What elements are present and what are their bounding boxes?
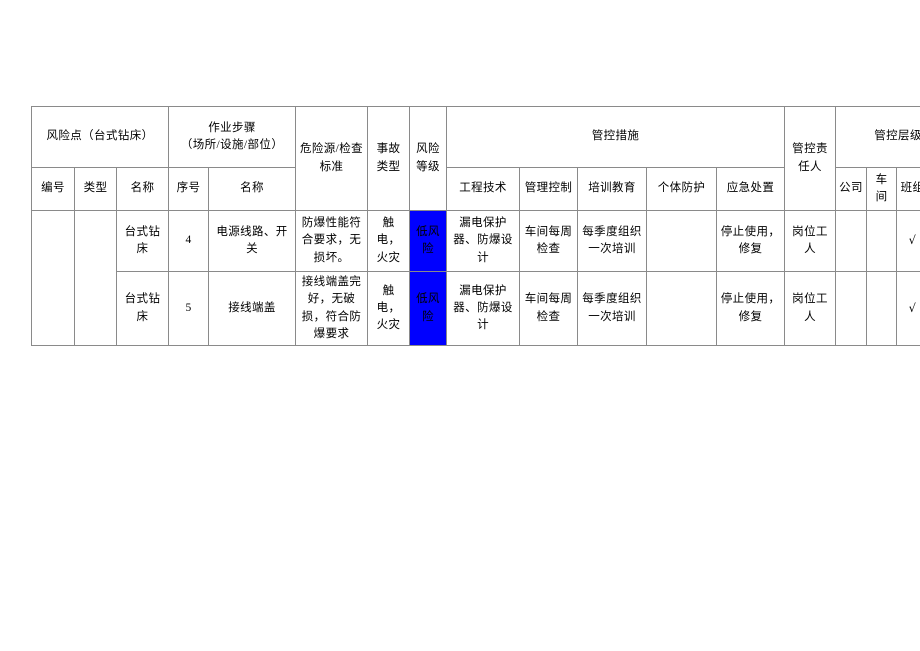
cell-name: 台式钻床 — [115, 271, 170, 346]
cell-workshop — [866, 210, 898, 272]
cell-hazard-source: 防爆性能符合要求，无损坏。 — [295, 210, 369, 272]
header-risk-level: 风险等级 — [409, 106, 448, 211]
cell-risk-level: 低风险 — [409, 271, 448, 346]
header-category: 类型 — [74, 167, 117, 211]
risk-control-table: 风险点（台式钻床） 作业步骤 （场所/设施/部位） 危险源/检查标准 事故类型 … — [30, 106, 920, 346]
cell-engineering-tech: 漏电保护器、防爆设计 — [446, 271, 521, 346]
cell-seq: 4 — [168, 210, 210, 272]
header-group-work-step: 作业步骤 （场所/设施/部位） — [168, 106, 297, 168]
cell-hazard-source: 接线端盖完好，无破损，符合防爆要求 — [295, 271, 369, 346]
header-name: 名称 — [115, 167, 170, 211]
header-company: 公司 — [835, 167, 868, 211]
cell-training-education: 每季度组织一次培训 — [577, 271, 648, 346]
cell-management-control: 车间每周检查 — [519, 271, 579, 346]
cell-step-name: 电源线路、开关 — [208, 210, 297, 272]
risk-control-sheet: 风险点（台式钻床） 作业步骤 （场所/设施/部位） 危险源/检查标准 事故类型 … — [30, 106, 920, 346]
cell-company — [835, 210, 868, 272]
header-group-control-hierarchy: 管控层级 — [835, 106, 920, 168]
header-hazard-source: 危险源/检查标准 — [295, 106, 369, 211]
cell-management-control: 车间每周检查 — [519, 210, 579, 272]
cell-personal-protection — [646, 271, 718, 346]
cell-control-responsible: 岗位工人 — [784, 210, 837, 272]
header-code: 编号 — [31, 167, 75, 211]
header-emergency-response: 应急处置 — [716, 167, 786, 211]
cell-seq: 5 — [168, 271, 210, 346]
header-management-control: 管理控制 — [519, 167, 579, 211]
cell-accident-type: 触电，火灾 — [367, 271, 411, 346]
cell-risk-level: 低风险 — [409, 210, 448, 272]
cell-emergency-response: 停止使用，修复 — [716, 271, 786, 346]
cell-control-responsible: 岗位工人 — [784, 271, 837, 346]
cell-accident-type: 触电，火灾 — [367, 210, 411, 272]
table-header-row-1: 风险点（台式钻床） 作业步骤 （场所/设施/部位） 危险源/检查标准 事故类型 … — [30, 106, 920, 211]
header-workshop: 车间 — [866, 167, 898, 211]
header-control-responsible: 管控责任人 — [784, 106, 837, 211]
cell-team-checkmark: √ — [896, 210, 920, 272]
cell-team-checkmark: √ — [896, 271, 920, 346]
table-row: 台式钻床 4 电源线路、开关 防爆性能符合要求，无损坏。 触电，火灾 低风险 漏… — [31, 210, 920, 346]
cell-workshop — [866, 271, 898, 346]
header-team: 班组 — [896, 167, 920, 211]
cell-emergency-response: 停止使用，修复 — [716, 210, 786, 272]
header-training-education: 培训教育 — [577, 167, 648, 211]
cell-personal-protection — [646, 210, 718, 272]
header-engineering-tech: 工程技术 — [446, 167, 521, 211]
cell-name: 台式钻床 — [115, 210, 170, 272]
header-group-work-step-line2: （场所/设施/部位） — [180, 139, 284, 151]
header-accident-type: 事故类型 — [367, 106, 411, 211]
cell-category — [74, 210, 117, 346]
cell-engineering-tech: 漏电保护器、防爆设计 — [446, 210, 521, 272]
header-personal-protection: 个体防护 — [646, 167, 718, 211]
cell-step-name: 接线端盖 — [208, 271, 297, 346]
cell-company — [835, 271, 868, 346]
table-row: 台式钻床 5 接线端盖 接线端盖完好，无破损，符合防爆要求 触电，火灾 低风险 … — [32, 271, 920, 346]
header-seq: 序号 — [168, 167, 210, 211]
header-group-control-measures: 管控措施 — [446, 106, 786, 168]
cell-code — [31, 210, 75, 346]
cell-training-education: 每季度组织一次培训 — [577, 210, 648, 272]
header-group-work-step-line1: 作业步骤 — [208, 121, 256, 134]
header-step-name: 名称 — [208, 167, 297, 211]
header-group-risk-point: 风险点（台式钻床） — [30, 106, 170, 168]
